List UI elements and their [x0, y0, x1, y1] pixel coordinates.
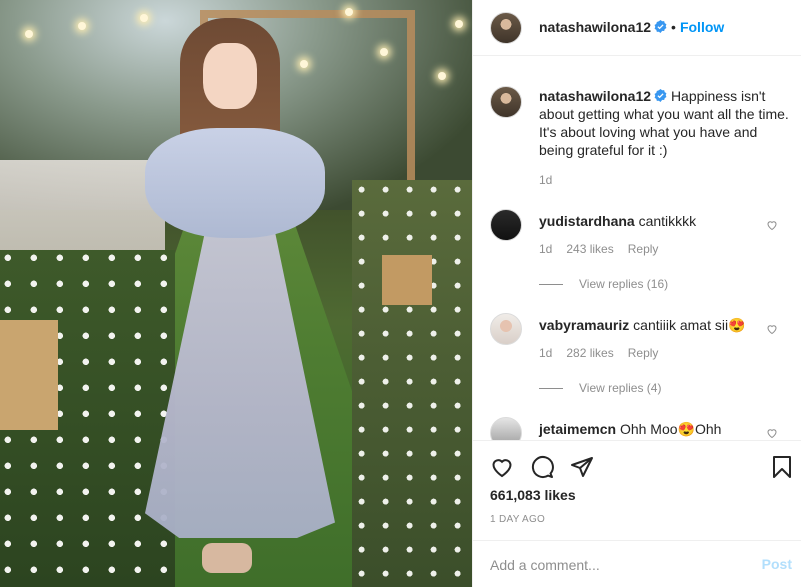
reply-button[interactable]: Reply [628, 346, 659, 360]
comment-username[interactable]: yudistardhana [539, 213, 635, 229]
post-header: natashawilona12 • Follow [473, 0, 801, 56]
comment: jetaimemcn Ohh Moo😍Ohh [539, 420, 759, 438]
comment-like-icon[interactable] [766, 219, 778, 231]
header-separator: • [671, 19, 676, 35]
string-light [380, 48, 388, 56]
view-replies-label: View replies (4) [579, 381, 662, 395]
comment-time: 1d [539, 242, 553, 256]
comment-username[interactable]: jetaimemcn [539, 421, 616, 437]
photo-planter-right [382, 255, 432, 305]
comment-likes[interactable]: 282 likes [566, 346, 613, 360]
photo-flowers-right [352, 180, 472, 587]
comment-icon[interactable] [530, 455, 554, 479]
comment-like-icon[interactable] [766, 323, 778, 335]
post-photo[interactable] [0, 0, 472, 587]
reply-button[interactable]: Reply [628, 242, 659, 256]
string-light [438, 72, 446, 80]
bookmark-icon[interactable] [770, 455, 794, 479]
comment-username[interactable]: vabyramauriz [539, 317, 629, 333]
photo-subject [140, 18, 340, 578]
add-comment-bar: Post [473, 540, 801, 587]
string-light [455, 20, 463, 28]
author-avatar[interactable] [490, 12, 522, 44]
photo-planter-left [0, 320, 58, 430]
follow-button[interactable]: Follow [680, 19, 724, 35]
comment: yudistardhana cantikkkk [539, 212, 759, 230]
comment: vabyramauriz cantiiik amat sii😍 [539, 316, 759, 334]
caption: natashawilona12 Happiness isn't about ge… [539, 87, 789, 159]
comment-likes[interactable]: 243 likes [566, 242, 613, 256]
comment-text: Ohh Moo😍Ohh [619, 421, 722, 437]
verified-badge-icon [654, 20, 667, 33]
author-username[interactable]: natashawilona12 [539, 19, 651, 35]
caption-username[interactable]: natashawilona12 [539, 88, 651, 104]
comment-text: cantiiik amat sii😍 [633, 317, 746, 333]
comments-list[interactable]: natashawilona12 Happiness isn't about ge… [473, 57, 801, 440]
comment-like-icon[interactable] [766, 427, 778, 439]
likes-count[interactable]: 661,083 likes [490, 487, 576, 503]
string-light [345, 8, 353, 16]
view-replies-button[interactable]: View replies (16) [539, 277, 668, 291]
comment-avatar[interactable] [490, 417, 522, 440]
view-replies-label: View replies (16) [579, 277, 669, 291]
view-replies-button[interactable]: View replies (4) [539, 381, 661, 395]
string-light [78, 22, 86, 30]
comment-avatar[interactable] [490, 209, 522, 241]
post-comment-button[interactable]: Post [762, 556, 792, 572]
comment-input[interactable] [490, 555, 750, 575]
comment-meta: 1d 282 likes Reply [539, 346, 672, 360]
header-user-line: natashawilona12 • Follow [539, 19, 724, 35]
post-date[interactable]: 1 DAY AGO [490, 514, 545, 525]
comment-meta: 1d 243 likes Reply [539, 242, 672, 256]
comment-text: cantikkkk [638, 213, 697, 229]
replies-divider [539, 284, 563, 286]
post-details-panel: natashawilona12 • Follow natashawilona12 H… [472, 0, 801, 587]
comment-time: 1d [539, 346, 553, 360]
caption-time: 1d [539, 173, 553, 187]
verified-badge-icon [654, 89, 667, 102]
comment-avatar[interactable] [490, 313, 522, 345]
replies-divider [539, 388, 563, 390]
share-icon[interactable] [570, 455, 594, 479]
string-light [25, 30, 33, 38]
post-actions: 661,083 likes 1 DAY AGO [473, 440, 801, 540]
caption-avatar[interactable] [490, 86, 522, 118]
heart-icon[interactable] [490, 455, 514, 479]
